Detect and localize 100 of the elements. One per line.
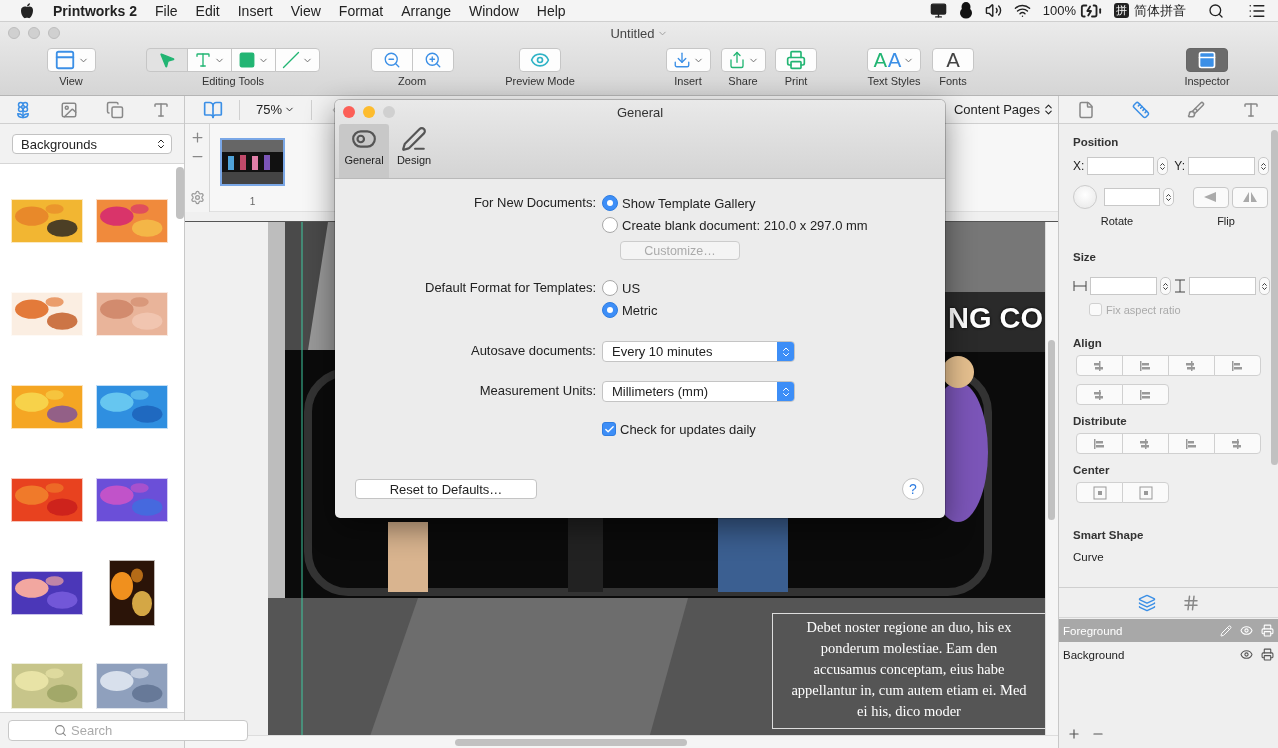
center-button[interactable]	[1076, 482, 1123, 503]
layer-name: Background	[1063, 648, 1126, 661]
checkbox-option[interactable]: Check for updates daily	[602, 419, 945, 439]
toolbar-button[interactable]	[1186, 48, 1228, 72]
add-layer-button[interactable]	[1067, 727, 1081, 741]
radio-option[interactable]: Create blank document: 210.0 x 297.0 mm	[602, 215, 868, 235]
add-icon[interactable]	[189, 130, 205, 145]
text-icon	[194, 51, 212, 69]
app-name[interactable]: Printworks 2	[44, 2, 147, 19]
scrollbar[interactable]	[1271, 130, 1278, 465]
section-title: Position	[1073, 136, 1120, 148]
search-field[interactable]: Search	[8, 720, 248, 741]
align-button[interactable]	[1214, 355, 1261, 376]
window-icon	[53, 49, 76, 71]
stepper[interactable]	[1160, 277, 1171, 295]
printer-icon[interactable]	[1261, 648, 1274, 661]
units-select[interactable]: Millimeters (mm)	[602, 381, 795, 402]
page-thumbnail[interactable]	[220, 138, 285, 186]
wifi-icon[interactable]	[1013, 2, 1031, 19]
stepper[interactable]	[1259, 277, 1270, 295]
radio-button[interactable]	[602, 217, 618, 233]
radio-option[interactable]: US	[602, 278, 641, 298]
width-field[interactable]	[1090, 277, 1157, 295]
stepper[interactable]	[1163, 188, 1174, 206]
radio-button[interactable]	[602, 280, 618, 296]
align-button[interactable]	[1076, 355, 1123, 376]
center-button[interactable]	[1122, 482, 1169, 503]
autosave-select[interactable]: Every 10 minutes	[602, 341, 795, 362]
align-button[interactable]	[1122, 355, 1169, 376]
menu-item[interactable]: Window	[460, 2, 528, 19]
menu-item[interactable]: Help	[527, 2, 575, 19]
menu-item[interactable]: File	[146, 2, 187, 19]
scrollbar[interactable]	[455, 739, 687, 746]
radio-button[interactable]	[602, 195, 618, 211]
category-select[interactable]: Backgrounds	[12, 134, 172, 154]
field-label: X:	[1073, 159, 1085, 173]
y-field[interactable]	[1188, 157, 1256, 175]
rotation-knob[interactable]	[1073, 185, 1097, 209]
distribute-button[interactable]	[1168, 433, 1215, 454]
pencil-icon[interactable]	[1220, 624, 1232, 637]
checkbox[interactable]	[602, 422, 616, 436]
center-icon	[1138, 485, 1153, 500]
stepper[interactable]	[1157, 157, 1169, 175]
section-select[interactable]: Content Pages	[954, 102, 1055, 117]
help-button[interactable]: ?	[902, 478, 924, 500]
toolbar-button[interactable]	[519, 48, 561, 72]
scrollbar[interactable]	[1048, 340, 1055, 520]
align-button[interactable]	[1122, 384, 1169, 405]
x-field[interactable]	[1087, 157, 1155, 175]
eye-icon[interactable]	[1240, 648, 1253, 661]
toolbar-button[interactable]	[720, 48, 766, 72]
center-icon	[1092, 485, 1107, 500]
menu-item[interactable]: Arrange	[392, 2, 460, 19]
toolbar-label: Editing Tools	[201, 75, 265, 87]
menu-item[interactable]: View	[281, 2, 330, 19]
line-icon	[282, 51, 300, 69]
layer-row[interactable]: Background	[1059, 643, 1278, 666]
toolbar-button[interactable]: A	[932, 48, 974, 72]
minimize-button[interactable]	[363, 106, 375, 118]
penguin-icon[interactable]	[958, 2, 973, 19]
volume-icon[interactable]	[984, 2, 1002, 19]
reset-button[interactable]: Reset to Defaults…	[355, 479, 537, 499]
align-button[interactable]	[1168, 355, 1215, 376]
close-button[interactable]	[8, 27, 20, 39]
search-icon[interactable]	[1208, 2, 1224, 19]
align-button[interactable]	[1076, 384, 1123, 405]
book-icon[interactable]	[203, 99, 223, 120]
distribute-button[interactable]	[1122, 433, 1169, 454]
height-icon	[1174, 279, 1186, 293]
flip-horizontal-button[interactable]	[1193, 186, 1229, 208]
distribute-button[interactable]	[1214, 433, 1261, 454]
toolbar-button[interactable]	[370, 48, 413, 72]
toolbar-button[interactable]	[775, 48, 817, 72]
toolbar-button[interactable]	[231, 48, 276, 72]
minimize-button[interactable]	[28, 27, 40, 39]
toolbar-button[interactable]	[411, 48, 454, 72]
radio-button[interactable]	[602, 302, 618, 318]
stepper[interactable]	[1258, 157, 1270, 175]
rotate-field[interactable]	[1104, 188, 1160, 206]
menu-item[interactable]: Edit	[186, 2, 229, 19]
height-field[interactable]	[1189, 277, 1256, 295]
radio-option[interactable]: Show Template Gallery	[602, 193, 756, 213]
input-source-badge[interactable]: 拼	[1114, 3, 1129, 18]
menu-item[interactable]: Insert	[228, 2, 282, 19]
curve-label: Curve	[1073, 551, 1105, 563]
zoom-button[interactable]	[48, 27, 60, 39]
settings-icon[interactable]	[189, 190, 205, 205]
close-button[interactable]	[343, 106, 355, 118]
flip-vertical-button[interactable]	[1232, 186, 1268, 208]
scrollbar[interactable]	[176, 167, 184, 219]
preferences-tab[interactable]: General	[339, 124, 389, 178]
radio-option[interactable]: Metric	[602, 300, 658, 320]
preferences-tab[interactable]: Design	[389, 124, 439, 178]
menu-item[interactable]: Format	[329, 2, 393, 19]
toolbar-button[interactable]	[46, 48, 96, 72]
toolbar-button[interactable]	[665, 48, 711, 72]
zoom-in-icon	[423, 51, 442, 69]
display-icon[interactable]	[929, 2, 947, 19]
distribute-button[interactable]	[1076, 433, 1123, 454]
zoom-select[interactable]: 75%	[256, 102, 296, 117]
